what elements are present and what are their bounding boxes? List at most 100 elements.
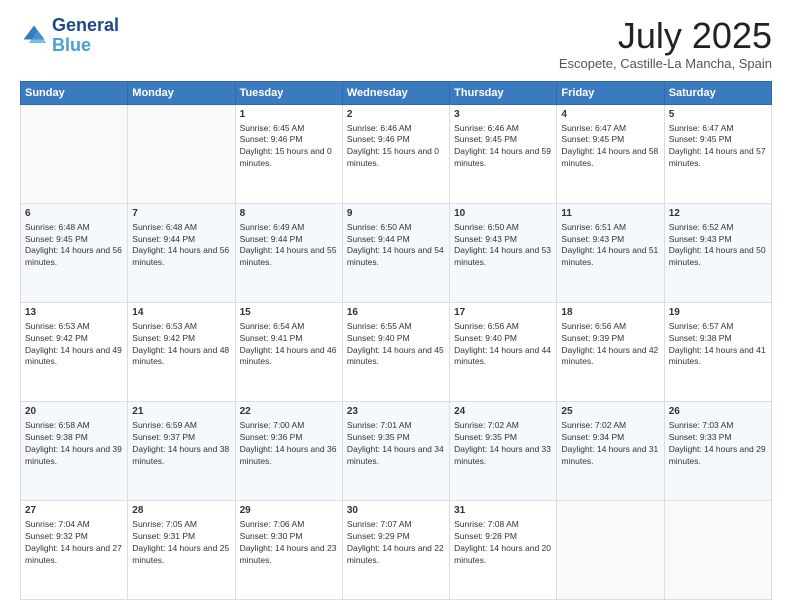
main-title: July 2025	[559, 16, 772, 56]
day-info-line: Sunset: 9:28 PM	[454, 531, 552, 543]
day-info-line: Daylight: 15 hours and 0 minutes.	[347, 146, 445, 170]
weekday-header: Tuesday	[235, 81, 342, 104]
day-number: 28	[132, 504, 230, 518]
calendar-cell: 18Sunrise: 6:56 AMSunset: 9:39 PMDayligh…	[557, 302, 664, 401]
day-info-line: Daylight: 14 hours and 27 minutes.	[25, 543, 123, 567]
day-info-line: Sunset: 9:45 PM	[669, 134, 767, 146]
day-info-line: Sunrise: 6:47 AM	[561, 123, 659, 135]
day-number: 12	[669, 207, 767, 221]
calendar-cell: 8Sunrise: 6:49 AMSunset: 9:44 PMDaylight…	[235, 203, 342, 302]
day-info-line: Sunrise: 6:53 AM	[132, 321, 230, 333]
day-info-line: Sunrise: 6:49 AM	[240, 222, 338, 234]
day-number: 18	[561, 306, 659, 320]
day-info-line: Sunset: 9:43 PM	[561, 234, 659, 246]
calendar-cell: 21Sunrise: 6:59 AMSunset: 9:37 PMDayligh…	[128, 401, 235, 500]
calendar-table: SundayMondayTuesdayWednesdayThursdayFrid…	[20, 81, 772, 600]
day-info-line: Sunrise: 6:45 AM	[240, 123, 338, 135]
calendar-cell: 9Sunrise: 6:50 AMSunset: 9:44 PMDaylight…	[342, 203, 449, 302]
day-info-line: Sunrise: 6:56 AM	[454, 321, 552, 333]
weekday-header: Saturday	[664, 81, 771, 104]
day-info-line: Sunrise: 6:47 AM	[669, 123, 767, 135]
day-info-line: Sunrise: 6:57 AM	[669, 321, 767, 333]
day-info-line: Sunset: 9:44 PM	[347, 234, 445, 246]
calendar-cell: 23Sunrise: 7:01 AMSunset: 9:35 PMDayligh…	[342, 401, 449, 500]
day-info-line: Sunset: 9:36 PM	[240, 432, 338, 444]
day-info-line: Sunrise: 7:02 AM	[561, 420, 659, 432]
logo: General Blue	[20, 16, 119, 56]
day-info-line: Sunrise: 6:58 AM	[25, 420, 123, 432]
day-number: 8	[240, 207, 338, 221]
day-info-line: Sunrise: 6:53 AM	[25, 321, 123, 333]
day-info-line: Sunrise: 7:03 AM	[669, 420, 767, 432]
day-number: 22	[240, 405, 338, 419]
page: General Blue July 2025 Escopete, Castill…	[0, 0, 792, 612]
day-info-line: Daylight: 14 hours and 57 minutes.	[669, 146, 767, 170]
calendar-cell: 12Sunrise: 6:52 AMSunset: 9:43 PMDayligh…	[664, 203, 771, 302]
day-info-line: Daylight: 14 hours and 48 minutes.	[132, 345, 230, 369]
day-info-line: Sunset: 9:35 PM	[347, 432, 445, 444]
day-info-line: Daylight: 14 hours and 22 minutes.	[347, 543, 445, 567]
day-info-line: Sunset: 9:35 PM	[454, 432, 552, 444]
calendar-cell: 11Sunrise: 6:51 AMSunset: 9:43 PMDayligh…	[557, 203, 664, 302]
day-info-line: Sunrise: 7:07 AM	[347, 519, 445, 531]
day-info-line: Sunset: 9:45 PM	[25, 234, 123, 246]
day-info-line: Daylight: 14 hours and 33 minutes.	[454, 444, 552, 468]
day-info-line: Sunrise: 7:02 AM	[454, 420, 552, 432]
weekday-header: Sunday	[21, 81, 128, 104]
day-info-line: Sunset: 9:44 PM	[240, 234, 338, 246]
logo-line2: Blue	[52, 36, 119, 56]
day-info-line: Daylight: 14 hours and 34 minutes.	[347, 444, 445, 468]
day-number: 3	[454, 108, 552, 122]
day-info-line: Sunset: 9:38 PM	[25, 432, 123, 444]
calendar-cell: 17Sunrise: 6:56 AMSunset: 9:40 PMDayligh…	[450, 302, 557, 401]
day-info-line: Sunrise: 7:00 AM	[240, 420, 338, 432]
calendar-cell: 5Sunrise: 6:47 AMSunset: 9:45 PMDaylight…	[664, 104, 771, 203]
day-number: 29	[240, 504, 338, 518]
calendar-cell: 29Sunrise: 7:06 AMSunset: 9:30 PMDayligh…	[235, 500, 342, 599]
calendar-cell: 30Sunrise: 7:07 AMSunset: 9:29 PMDayligh…	[342, 500, 449, 599]
day-number: 17	[454, 306, 552, 320]
weekday-header: Thursday	[450, 81, 557, 104]
title-block: July 2025 Escopete, Castille-La Mancha, …	[559, 16, 772, 71]
logo-line1: General	[52, 16, 119, 36]
day-number: 2	[347, 108, 445, 122]
day-number: 10	[454, 207, 552, 221]
day-info-line: Sunrise: 7:06 AM	[240, 519, 338, 531]
day-info-line: Sunset: 9:40 PM	[454, 333, 552, 345]
calendar-week-row: 1Sunrise: 6:45 AMSunset: 9:46 PMDaylight…	[21, 104, 772, 203]
day-info-line: Daylight: 14 hours and 20 minutes.	[454, 543, 552, 567]
calendar-cell: 26Sunrise: 7:03 AMSunset: 9:33 PMDayligh…	[664, 401, 771, 500]
day-info-line: Sunrise: 6:54 AM	[240, 321, 338, 333]
logo-icon	[20, 22, 48, 50]
day-info-line: Daylight: 14 hours and 55 minutes.	[240, 245, 338, 269]
calendar-cell: 2Sunrise: 6:46 AMSunset: 9:46 PMDaylight…	[342, 104, 449, 203]
logo-text: General Blue	[52, 16, 119, 56]
calendar-week-row: 27Sunrise: 7:04 AMSunset: 9:32 PMDayligh…	[21, 500, 772, 599]
calendar-cell: 19Sunrise: 6:57 AMSunset: 9:38 PMDayligh…	[664, 302, 771, 401]
day-info-line: Sunset: 9:40 PM	[347, 333, 445, 345]
day-info-line: Sunrise: 6:46 AM	[347, 123, 445, 135]
day-number: 9	[347, 207, 445, 221]
calendar-week-row: 13Sunrise: 6:53 AMSunset: 9:42 PMDayligh…	[21, 302, 772, 401]
day-info-line: Daylight: 14 hours and 39 minutes.	[25, 444, 123, 468]
calendar-cell: 28Sunrise: 7:05 AMSunset: 9:31 PMDayligh…	[128, 500, 235, 599]
day-number: 15	[240, 306, 338, 320]
day-number: 21	[132, 405, 230, 419]
day-number: 1	[240, 108, 338, 122]
day-info-line: Daylight: 14 hours and 44 minutes.	[454, 345, 552, 369]
calendar-cell	[557, 500, 664, 599]
day-info-line: Sunset: 9:37 PM	[132, 432, 230, 444]
day-info-line: Sunset: 9:42 PM	[25, 333, 123, 345]
calendar-cell: 3Sunrise: 6:46 AMSunset: 9:45 PMDaylight…	[450, 104, 557, 203]
day-info-line: Daylight: 14 hours and 54 minutes.	[347, 245, 445, 269]
calendar-cell	[664, 500, 771, 599]
day-info-line: Sunset: 9:34 PM	[561, 432, 659, 444]
day-info-line: Daylight: 15 hours and 0 minutes.	[240, 146, 338, 170]
day-info-line: Sunset: 9:29 PM	[347, 531, 445, 543]
day-info-line: Sunset: 9:44 PM	[132, 234, 230, 246]
header: General Blue July 2025 Escopete, Castill…	[20, 16, 772, 71]
day-info-line: Daylight: 14 hours and 45 minutes.	[347, 345, 445, 369]
day-info-line: Sunset: 9:33 PM	[669, 432, 767, 444]
day-info-line: Sunrise: 6:51 AM	[561, 222, 659, 234]
day-info-line: Sunset: 9:30 PM	[240, 531, 338, 543]
